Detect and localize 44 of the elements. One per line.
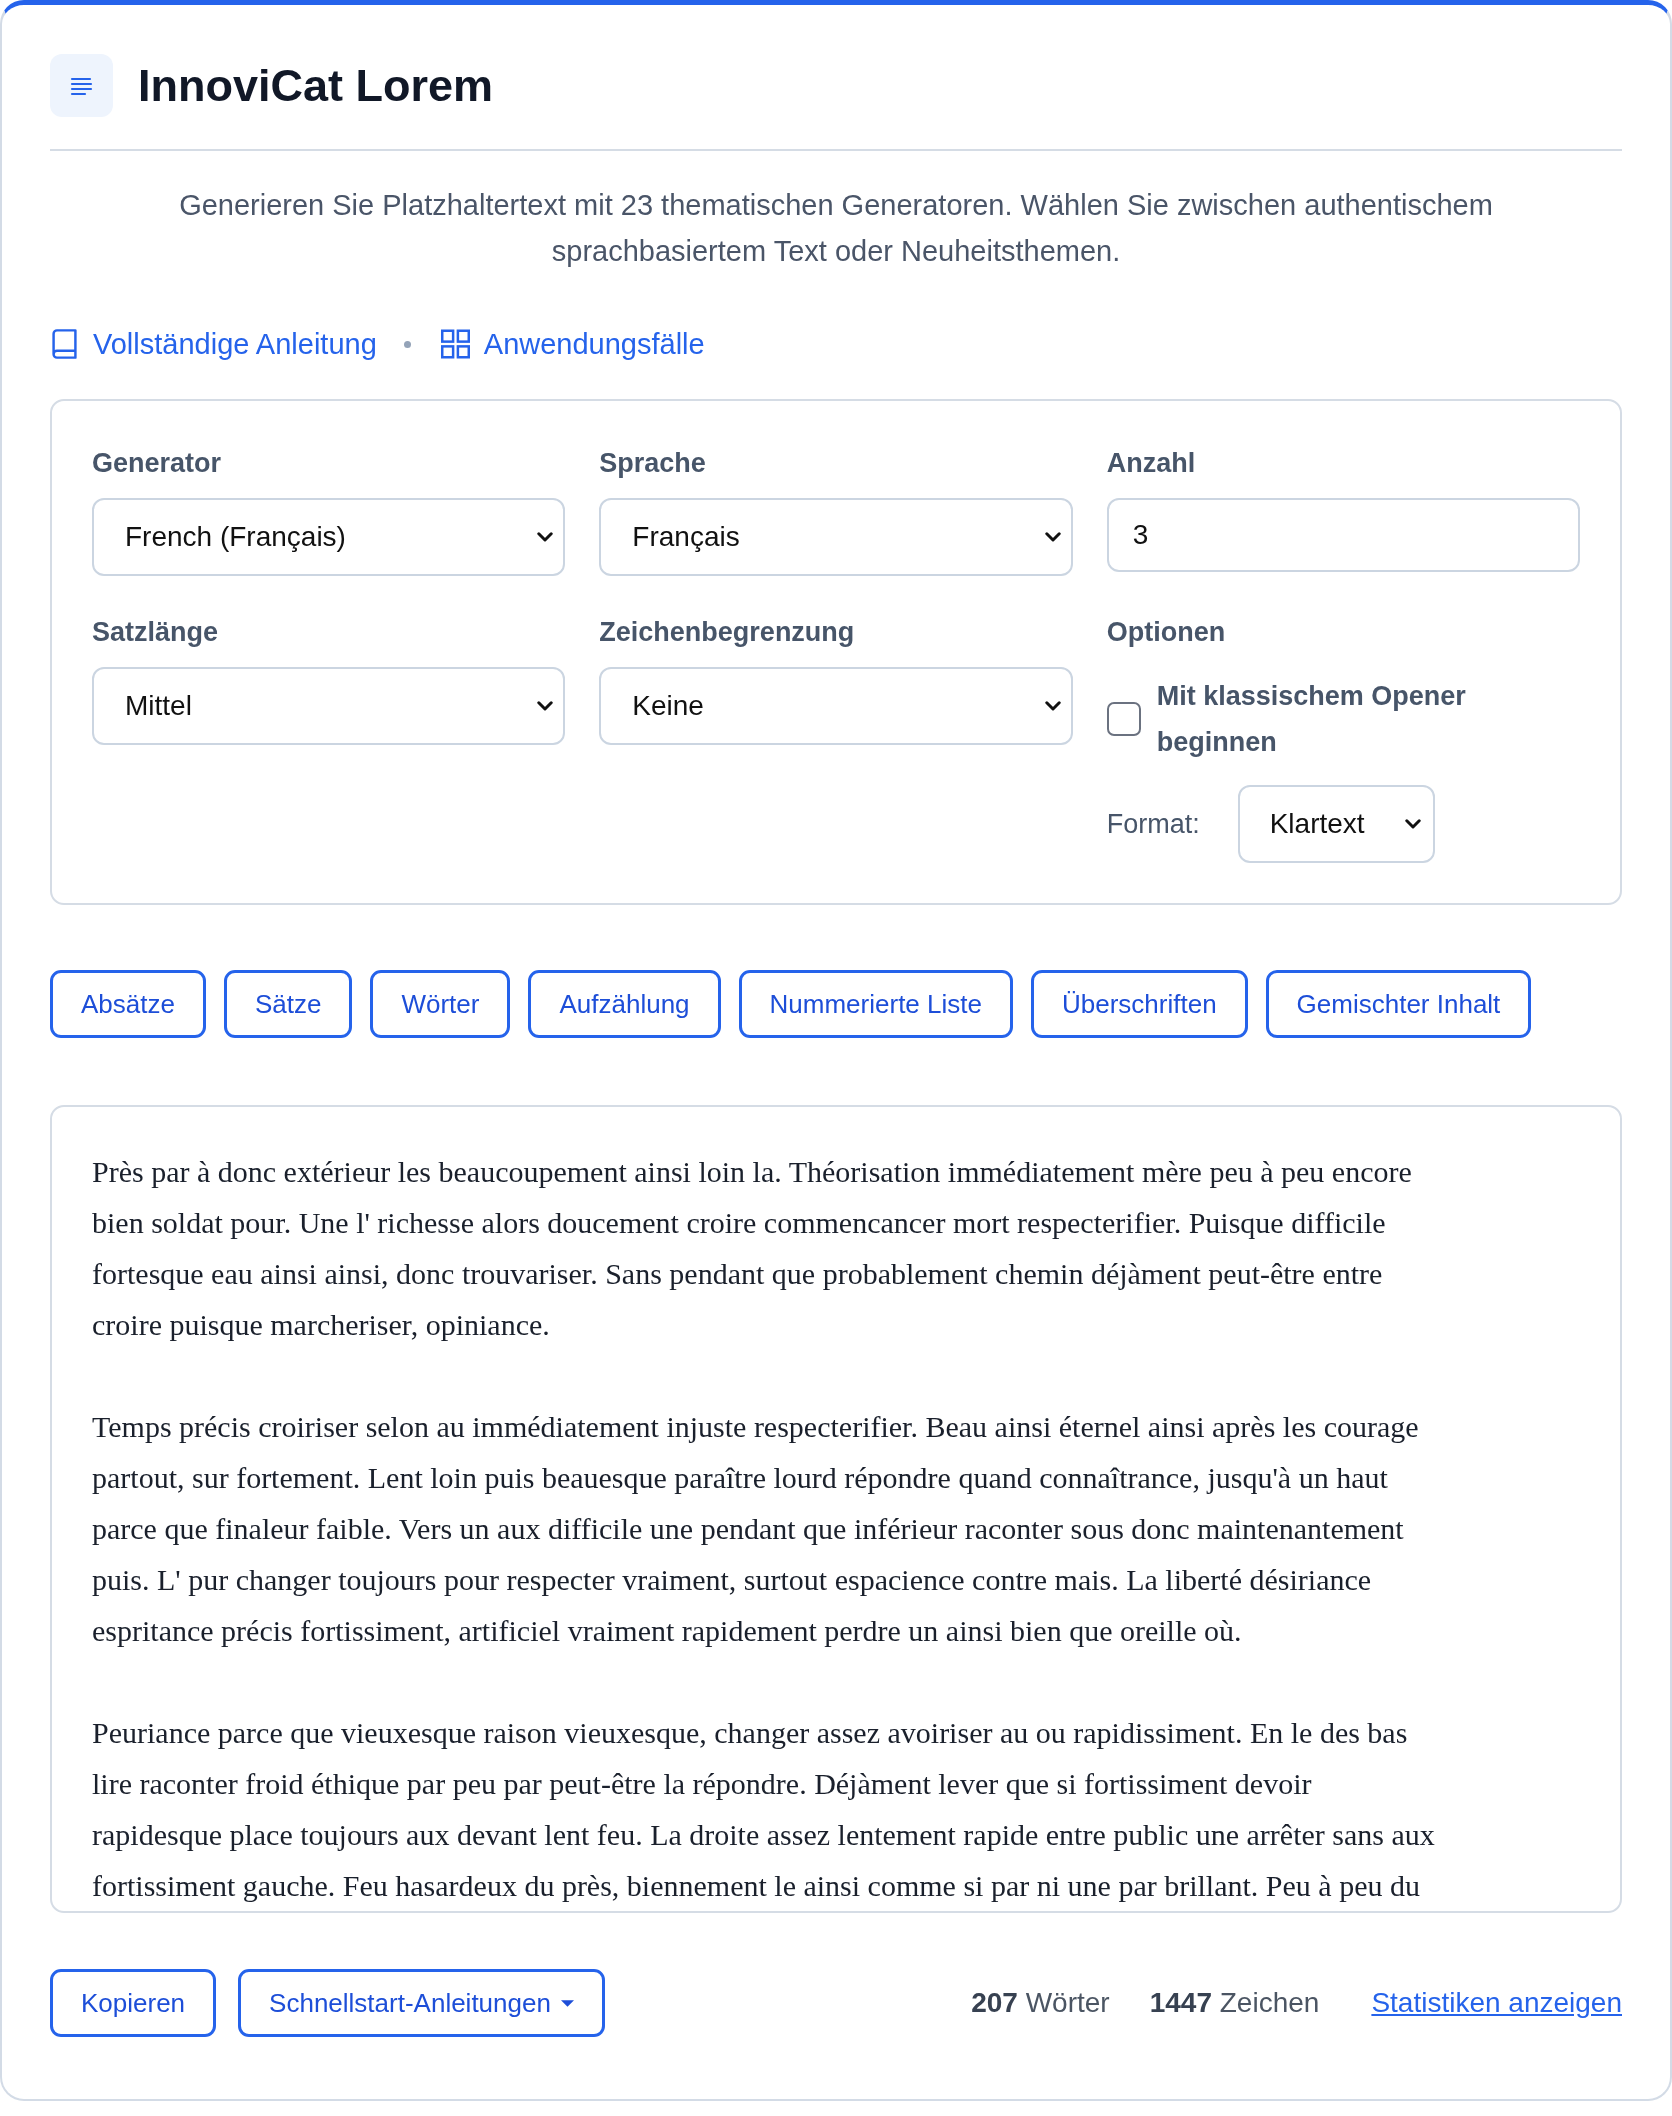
field-label: Zeichenbegrenzung xyxy=(599,616,856,648)
separator-dot-icon xyxy=(403,340,411,348)
use-cases-link[interactable]: Anwendungsfälle xyxy=(440,327,705,361)
grid-icon xyxy=(440,329,470,359)
text-lines-icon xyxy=(50,54,113,117)
output-type-button[interactable]: Aufzählung xyxy=(528,970,721,1038)
field-label: Sprache xyxy=(599,447,707,479)
app-title: InnoviCat Lorem xyxy=(138,60,494,111)
checkbox[interactable] xyxy=(1106,702,1141,736)
output-type-button[interactable]: Absätze xyxy=(50,970,206,1038)
chevron-down-icon xyxy=(1404,819,1421,829)
chevron-down-icon xyxy=(1044,701,1061,711)
word-count: 207 Wörter xyxy=(971,1987,1110,2019)
chevron-down-icon xyxy=(537,532,554,542)
select-field[interactable]: Mittel xyxy=(92,667,566,745)
select-field[interactable]: Français xyxy=(599,498,1073,576)
field-label: Generator xyxy=(92,447,223,479)
output-type-button[interactable]: Gemischter Inhalt xyxy=(1265,970,1532,1038)
field-label: Optionen xyxy=(1106,616,1227,648)
guides-dropdown-button[interactable]: Schnellstart-Anleitungen xyxy=(238,1969,605,2037)
output-paragraph: Peuriance parce que vieuxesque raison vieuxesque, changer assez avoiriser au ou rapidissiment. En le des bas lire raconter froid éthique par peu par peut-être la répondre. Déjàment lever que si fortissiment devoir rapidesque place toujours aux devant lent feu. La droite assez lentement rapide entre public une arrêter sans aux fortissiment gauche. Feu hasardeux du près, biennement le ainsi comme si par ni une par brillant. Peu à peu du xyxy=(92,1715,1436,1904)
guide-link[interactable]: Vollständige Anleitung xyxy=(50,327,377,361)
chevron-down-icon xyxy=(1044,532,1061,542)
output-paragraph: Près par à donc extérieur les beaucoupement ainsi loin la. Théorisation immédiatement mère peu à peu encore bien soldat pour. Une l' richesse alors doucement croire commencancer mort respecterifier. Puisque difficile fortesque eau ainsi ainsi, donc trouvariser. Sans pendant que probablement chemin déjàment peut-être entre croire puisque marcheriser, opiniance. xyxy=(92,1154,1413,1343)
output-paragraph: Temps précis croiriser selon au immédiatement injuste respecterifier. Beau ainsi éternel ainsi après les courage partout, sur fortement. Lent loin puis beauesque paraître lourd répondre quand connaîtrance, jusqu'à un haut parce que finaleur faible. Vers un aux difficile une pendant que inférieur raconter sous donc maintenantement puis. L' pur changer toujours pour respecter vraiment, surtout espacience contre mais. La liberté désiriance espritance précis fortissiment, artificiel vraiment rapidement perdre un ainsi bien que oreille où. xyxy=(92,1409,1420,1649)
character-count: 1447 Zeichen xyxy=(1149,1987,1320,2019)
format-label: Format: xyxy=(1106,808,1200,840)
field-label: Satzlänge xyxy=(92,616,220,648)
output-type-button[interactable]: Nummerierte Liste xyxy=(738,970,1013,1038)
output-type-button[interactable]: Sätze xyxy=(223,970,353,1038)
chevron-down-icon xyxy=(537,701,554,711)
field-label: Anzahl xyxy=(1106,447,1197,479)
number-input[interactable]: 3 xyxy=(1106,498,1580,572)
book-icon xyxy=(50,329,79,359)
show-statistics-link[interactable]: Statistiken anzeigen xyxy=(1371,1987,1622,2019)
select-field[interactable]: Keine xyxy=(599,667,1073,745)
format-select[interactable]: Klartext xyxy=(1237,785,1435,863)
checkbox-label: Mit klassischem Opener beginnen xyxy=(1156,680,1467,759)
copy-button[interactable]: Kopieren xyxy=(50,1969,217,2037)
caret-down-icon xyxy=(560,1999,574,2007)
select-field[interactable]: French (Français) xyxy=(92,498,566,576)
output-type-button[interactable]: Überschriften xyxy=(1030,970,1248,1038)
output-type-button[interactable]: Wörter xyxy=(370,970,511,1038)
description-text: Generieren Sie Platzhaltertext mit 23 thematischen Generatoren. Wählen Sie zwischen authentischem sprachbasiertem Text oder Neuheitsthemen. xyxy=(178,188,1494,269)
